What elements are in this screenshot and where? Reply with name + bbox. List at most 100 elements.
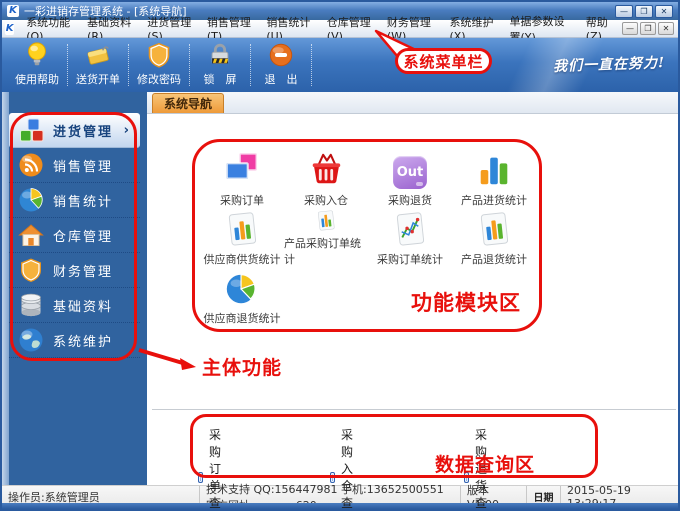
globe-icon [18,327,44,353]
mdi-close-button[interactable]: ✕ [658,22,674,35]
sidebar-item-label: 销售统计 [53,194,114,210]
menu-item-base-data[interactable]: 基础资料(R) [80,16,140,43]
toolbar-separator [67,44,68,86]
sidebar-item-label: 基础资料 [53,299,114,315]
sidebar-item-system-maintenance[interactable]: 系统维护 [9,323,140,358]
toolbar-separator [311,44,312,86]
module-label: 采购订单 [220,194,264,207]
menu-bar: K 系统功能(Q) 基础资料(R) 进货管理(S) 销售管理(T) 销售统计(U… [2,15,678,44]
menu-item-warehouse-mgmt[interactable]: 仓库管理(V) [320,16,380,43]
monitor-icon [198,471,204,483]
doc-bar-chart-icon [480,212,509,246]
help-button-label: 使用帮助 [15,73,59,86]
module-product-po-stats[interactable]: 产品采购订单统计 [284,209,368,268]
sidebar-item-label: 进货管理 [53,124,114,140]
close-button[interactable]: ✕ [655,4,673,18]
sidebar-item-sales-mgmt[interactable]: 销售管理 [9,148,140,183]
lock-icon [205,40,235,70]
tab-bar: 系统导航 [147,92,678,114]
annotation-menu-bubble: 系统菜单栏 [395,48,492,74]
out-badge-icon: Out [393,156,427,189]
help-button[interactable]: 使用帮助 [8,40,66,90]
minimize-button[interactable]: — [615,4,633,18]
app-window: K 一彩进销存管理系统 - [系统导航] — ❐ ✕ K 系统功能(Q) 基础资… [0,0,680,511]
sidebar-item-sales-stats[interactable]: 销售统计 [9,183,140,218]
query-label: 采购订单查询 [209,428,222,510]
content-divider [152,409,676,410]
delivery-order-button-label: 送货开单 [76,73,120,86]
doc-bar-chart-icon [318,210,335,231]
toolbar-separator [250,44,251,86]
module-label: 产品退货统计 [461,253,527,266]
menu-item-doc-settings[interactable]: 单据参数设置(Y) [503,15,579,44]
menu-item-system-functions[interactable]: 系统功能(Q) [19,16,80,43]
broadcast-icon [18,152,44,178]
app-logo-icon-small: K [5,22,15,35]
pie-chart-icon [18,187,44,213]
module-supplier-return-stats[interactable]: 供应商退货统计 [200,268,284,327]
shield-icon [18,257,44,283]
annotation-query-area: 数据查询区 [435,454,536,476]
delivery-note-icon [83,40,113,70]
change-password-button-label: 修改密码 [137,73,181,86]
blocks-icon [18,117,44,143]
line-chart-icon [396,212,425,246]
mdi-minimize-button[interactable]: — [622,22,638,35]
tab-system-navigation[interactable]: 系统导航 [152,93,225,113]
lock-screen-button[interactable]: 锁 屏 [191,40,249,90]
purchase-order-icon [225,153,257,180]
exit-button[interactable]: 退 出 [252,40,310,90]
database-icon [18,292,44,318]
monitor-icon [330,471,336,483]
slogan-text: 我们一直在努力! [552,55,666,75]
annotation-modules-area: 功能模块区 [411,291,521,315]
help-bulb-icon [22,40,52,70]
app-logo-icon: K [7,5,19,17]
lock-screen-button-label: 锁 屏 [203,73,237,86]
sidebar-item-warehouse-mgmt[interactable]: 仓库管理 [9,218,140,253]
menu-item-finance-mgmt[interactable]: 财务管理(W) [380,16,443,43]
sidebar-item-label: 财务管理 [53,264,114,280]
menu-item-help[interactable]: 帮助(Z) [579,16,622,43]
change-password-button[interactable]: 修改密码 [130,40,188,90]
module-product-purchase-stats[interactable]: 产品进货统计 [452,150,536,209]
doc-bar-chart-icon [228,212,257,246]
mdi-restore-button[interactable]: ❐ [640,22,656,35]
sidebar-item-base-data[interactable]: 基础资料 [9,288,140,323]
bar-chart-icon [480,157,508,185]
password-shield-icon [144,40,174,70]
menu-item-system-maintenance[interactable]: 系统维护(X) [442,16,502,43]
menu-item-sales-mgmt[interactable]: 销售管理(T) [200,16,259,43]
module-purchase-return[interactable]: Out 采购退货 [368,150,452,209]
module-product-return-stats[interactable]: 产品退货统计 [452,209,536,268]
menu-item-purchase-mgmt[interactable]: 进货管理(S) [140,16,200,43]
delivery-order-button[interactable]: 送货开单 [69,40,127,90]
house-icon [18,222,44,248]
module-label: 供应商供货统计 [203,253,281,266]
query-purchase-inbound[interactable]: 采购入仓查询 [330,426,361,510]
chevron-right-icon: › [123,122,131,138]
toolbar-separator [128,44,129,86]
annotation-main-functions: 主体功能 [202,357,283,379]
module-label: 产品进货统计 [461,194,527,207]
sidebar-item-label: 仓库管理 [53,229,114,245]
toolbar-separator [189,44,190,86]
menu-item-sales-stats[interactable]: 销售统计(U) [259,16,319,43]
sidebar-item-label: 销售管理 [53,159,114,175]
sidebar-item-finance-mgmt[interactable]: 财务管理 [9,253,140,288]
query-purchase-order[interactable]: 采购订单查询 [198,426,229,510]
module-label: 采购订单统计 [377,253,443,266]
query-label: 采购入仓查询 [341,428,354,510]
module-supplier-supply-stats[interactable]: 供应商供货统计 [200,209,284,268]
module-label: 产品采购订单统计 [284,237,361,266]
sidebar-item-purchase-mgmt[interactable]: 进货管理 › [9,113,140,148]
sidebar: 进货管理 › 销售管理 销售统计 仓库管理 财务管理 基础资料 系统维护 [2,92,147,485]
module-po-stats[interactable]: 采购订单统计 [368,209,452,268]
restore-button[interactable]: ❐ [635,4,653,18]
module-purchase-inbound[interactable]: 采购入仓 [284,150,368,209]
sidebar-item-label: 系统维护 [53,334,114,350]
module-label: 采购入仓 [304,194,348,207]
shopping-basket-icon [312,153,341,184]
module-label: 采购退货 [388,194,432,207]
module-purchase-order[interactable]: 采购订单 [200,150,284,209]
